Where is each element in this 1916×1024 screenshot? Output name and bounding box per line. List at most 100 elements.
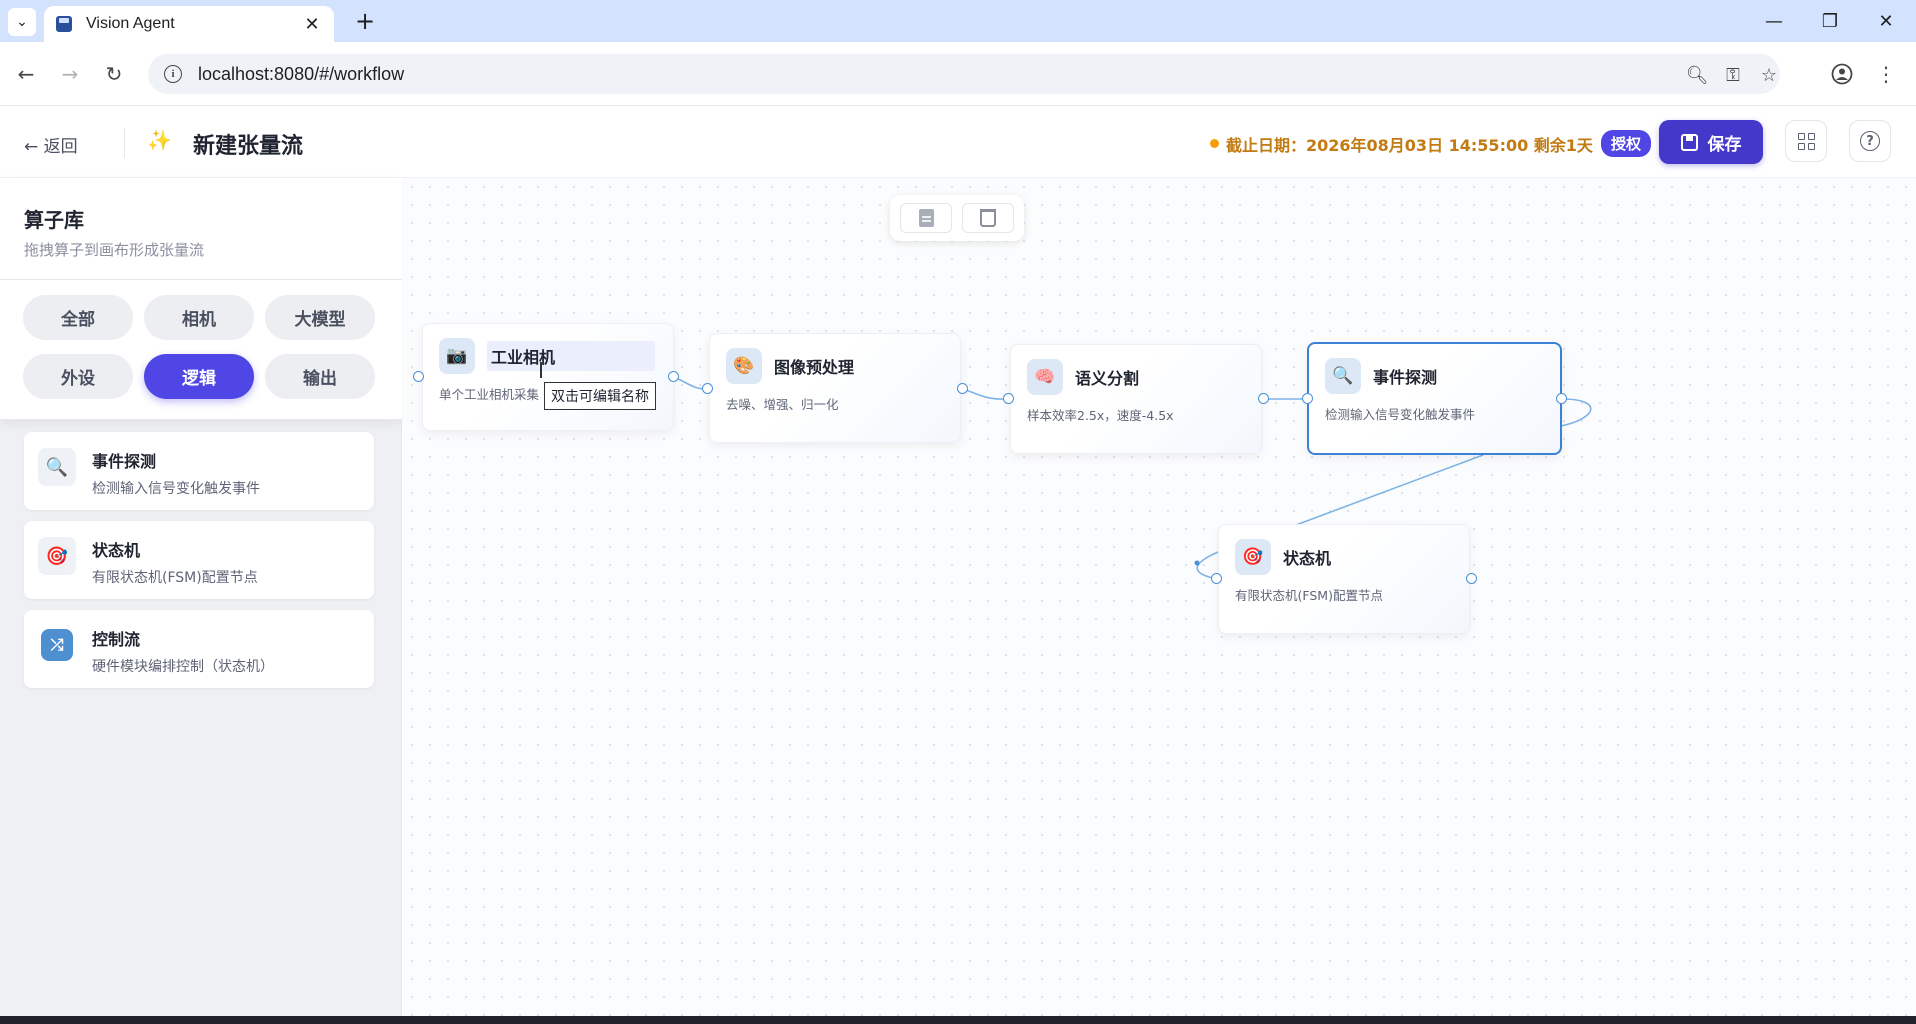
- document-icon: [918, 209, 934, 227]
- category-filters: 全部 相机 大模型 外设 逻辑 输出: [23, 295, 375, 399]
- reload-icon[interactable]: ↻: [98, 58, 130, 90]
- copy-node-button[interactable]: [900, 203, 952, 233]
- grid-icon: [1797, 132, 1815, 150]
- operator-card-event-detect[interactable]: 🔍 事件探测 检测输入信号变化触发事件: [24, 432, 374, 510]
- output-handle[interactable]: [1556, 393, 1567, 404]
- filter-logic[interactable]: 逻辑: [144, 354, 254, 399]
- node-image-preprocess[interactable]: 🎨 图像预处理 去噪、增强、归一化: [709, 333, 961, 443]
- magnifier-icon: 🔍: [1325, 358, 1361, 394]
- output-handle[interactable]: [1258, 393, 1269, 404]
- star-icon[interactable]: ☆: [1756, 62, 1782, 88]
- filter-peripheral[interactable]: 外设: [23, 354, 133, 399]
- library-subtitle: 拖拽算子到画布形成张量流: [24, 241, 205, 259]
- camera-icon: 📷: [439, 338, 475, 374]
- shuffle-icon: ⤮: [41, 629, 73, 661]
- node-title: 语义分割: [1075, 369, 1140, 388]
- zoom-icon[interactable]: 🔍︎: [1684, 62, 1710, 88]
- filter-all[interactable]: 全部: [23, 295, 133, 340]
- edge-dot: [1194, 560, 1200, 566]
- edge-event-to-statemachine: [1287, 454, 1484, 529]
- key-icon[interactable]: ⚿: [1720, 62, 1746, 88]
- trash-icon: [980, 209, 996, 227]
- back-arrow-icon[interactable]: ←: [10, 58, 42, 90]
- output-handle[interactable]: [668, 371, 679, 382]
- layout-grid-button[interactable]: [1785, 120, 1827, 162]
- node-industrial-camera[interactable]: 📷 工业相机 单个工业相机采集: [422, 323, 674, 431]
- filter-output[interactable]: 输出: [265, 354, 375, 399]
- restore-icon[interactable]: ❐: [1810, 6, 1850, 36]
- address-bar[interactable]: i localhost:8080/#/workflow 🔍︎ ⚿ ☆: [148, 54, 1780, 94]
- text-cursor: [540, 362, 542, 378]
- magnifier-icon: 🔍: [38, 448, 76, 486]
- input-handle[interactable]: [1211, 573, 1222, 584]
- os-taskbar: [0, 1016, 1916, 1024]
- edge-event-self-loop: [1560, 398, 1592, 427]
- library-title: 算子库: [24, 208, 84, 232]
- edges-layer: [673, 376, 1592, 580]
- forward-arrow-icon[interactable]: →: [54, 58, 86, 90]
- operator-name: 状态机: [92, 541, 141, 560]
- browser-tab[interactable]: Vision Agent ✕: [44, 6, 334, 42]
- node-event-detect[interactable]: 🔍 事件探测 检测输入信号变化触发事件: [1307, 342, 1562, 455]
- filter-camera[interactable]: 相机: [144, 295, 254, 340]
- output-handle[interactable]: [957, 383, 968, 394]
- filter-llm[interactable]: 大模型: [265, 295, 375, 340]
- browser-tab-bar: ⌄ Vision Agent ✕ + — ❐ ✕: [0, 0, 1916, 42]
- node-desc: 去噪、增强、归一化: [726, 397, 839, 412]
- profile-icon[interactable]: [1826, 58, 1858, 90]
- url-text[interactable]: localhost:8080/#/workflow: [198, 64, 404, 85]
- app-header: ← 返回 ✨ 新建张量流 截止日期：2026年08月03日 14:55:00 剩…: [0, 106, 1916, 178]
- input-handle[interactable]: [1003, 393, 1014, 404]
- operator-desc: 检测输入信号变化触发事件: [92, 481, 260, 497]
- operator-card-state-machine[interactable]: 🎯 状态机 有限状态机(FSM)配置节点: [24, 521, 374, 599]
- save-label: 保存: [1707, 134, 1742, 155]
- node-semantic-segmentation[interactable]: 🧠 语义分割 样本效率2.5x，速度-4.5x: [1010, 344, 1262, 454]
- more-menu-icon[interactable]: ⋮: [1870, 58, 1902, 90]
- floppy-disk-icon: [1680, 133, 1698, 151]
- help-icon: ?: [1860, 131, 1880, 151]
- deadline-text: 截止日期：2026年08月03日 14:55:00 剩余1天: [1226, 135, 1593, 155]
- back-button[interactable]: ← 返回: [24, 132, 78, 157]
- authorize-button[interactable]: 授权: [1600, 130, 1651, 157]
- favicon-icon: [56, 16, 72, 32]
- workflow-canvas[interactable]: 📷 工业相机 单个工业相机采集 双击可编辑名称 🎨 图像预处理 去噪、增强、归一…: [403, 178, 1916, 1016]
- node-desc: 有限状态机(FSM)配置节点: [1235, 588, 1383, 603]
- save-button[interactable]: 保存: [1659, 120, 1763, 164]
- target-icon: 🎯: [38, 537, 76, 575]
- palette-icon: 🎨: [726, 348, 762, 384]
- canvas-toolbar: [890, 195, 1024, 241]
- help-button[interactable]: ?: [1849, 120, 1891, 162]
- tab-title: Vision Agent: [86, 15, 175, 32]
- output-handle[interactable]: [1466, 573, 1477, 584]
- node-title: 图像预处理: [774, 358, 855, 377]
- delete-node-button[interactable]: [962, 203, 1014, 233]
- divider: [0, 279, 402, 280]
- input-handle[interactable]: [702, 383, 713, 394]
- site-info-icon[interactable]: i: [164, 65, 182, 83]
- sparkle-icon: ✨: [147, 128, 172, 152]
- tab-close-icon[interactable]: ✕: [302, 14, 322, 35]
- brain-icon: 🧠: [1027, 359, 1063, 395]
- node-desc: 样本效率2.5x，速度-4.5x: [1027, 408, 1174, 423]
- header-divider: [124, 128, 125, 158]
- operator-library-sidebar: 算子库 拖拽算子到画布形成张量流 全部 相机 大模型 外设 逻辑 输出 🔍 事件…: [0, 178, 402, 1016]
- node-title: 状态机: [1283, 549, 1332, 568]
- operator-desc: 硬件模块编排控制（状态机）: [92, 659, 274, 675]
- close-window-icon[interactable]: ✕: [1866, 6, 1906, 36]
- operator-desc: 有限状态机(FSM)配置节点: [92, 570, 258, 586]
- operator-card-control-flow[interactable]: ⤮ 控制流 硬件模块编排控制（状态机）: [24, 610, 374, 688]
- new-tab-button[interactable]: +: [350, 6, 380, 36]
- node-title-input[interactable]: 工业相机: [487, 341, 655, 371]
- minimize-icon[interactable]: —: [1754, 6, 1794, 36]
- input-handle[interactable]: [413, 371, 424, 382]
- target-icon: 🎯: [1235, 539, 1271, 575]
- node-state-machine[interactable]: 🎯 状态机 有限状态机(FSM)配置节点: [1218, 524, 1470, 634]
- edge-preprocess-to-segmentation: [961, 388, 1009, 400]
- chevron-down-icon: ⌄: [16, 14, 28, 30]
- operator-name: 事件探测: [92, 452, 157, 471]
- input-handle[interactable]: [1302, 393, 1313, 404]
- operator-library-header: 算子库 拖拽算子到画布形成张量流 全部 相机 大模型 外设 逻辑 输出: [0, 178, 402, 420]
- tab-search-button[interactable]: ⌄: [8, 8, 36, 36]
- rename-tooltip: 双击可编辑名称: [544, 382, 656, 410]
- flow-title[interactable]: 新建张量流: [193, 128, 303, 160]
